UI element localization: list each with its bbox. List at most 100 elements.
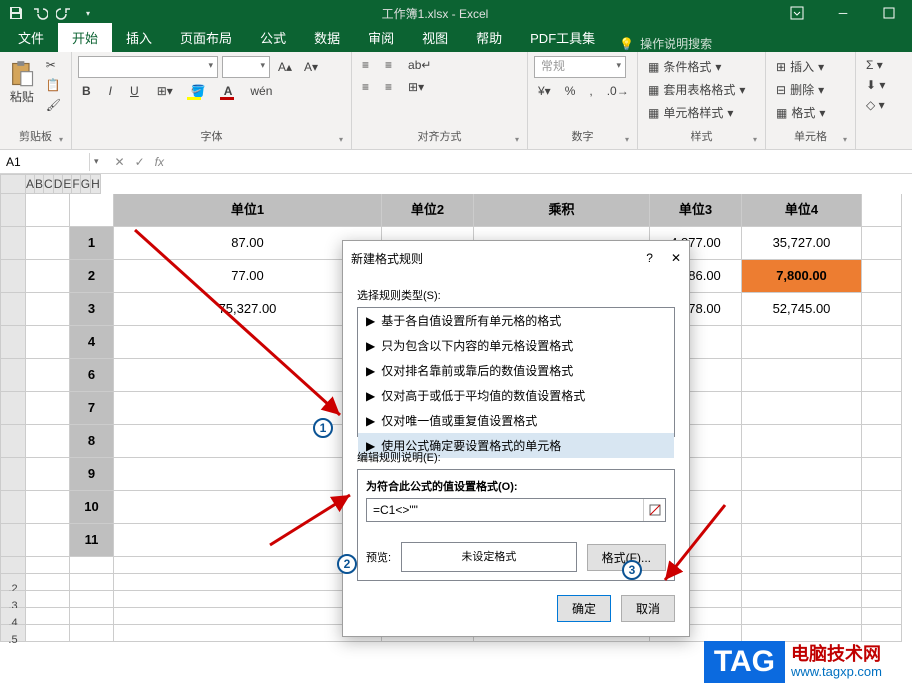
row-header[interactable] [0, 524, 26, 557]
row-header[interactable] [0, 425, 26, 458]
phonetic-icon[interactable]: wén [246, 82, 276, 100]
font-family-select[interactable] [78, 56, 218, 78]
cell[interactable] [742, 458, 862, 491]
range-selector-icon[interactable] [643, 499, 665, 521]
cell[interactable] [862, 326, 902, 359]
cell[interactable] [862, 591, 902, 608]
save-icon[interactable] [8, 5, 24, 21]
col-E[interactable]: E [63, 174, 72, 194]
tab-review[interactable]: 审阅 [354, 23, 408, 52]
rule-type-item[interactable]: ▶仅对唯一值或重复值设置格式 [358, 408, 674, 433]
col-F[interactable]: F [72, 174, 80, 194]
cell[interactable] [26, 293, 70, 326]
cell[interactable] [70, 625, 114, 642]
fx-confirm-icon[interactable]: ✓ [135, 155, 145, 169]
cell[interactable]: 2 [70, 260, 114, 293]
col-H[interactable]: H [91, 174, 101, 194]
autosum-icon[interactable]: Σ ▾ [862, 56, 889, 74]
cell[interactable] [70, 557, 114, 574]
cell[interactable]: 7 [70, 392, 114, 425]
format-cells-button[interactable]: ▦ 格式 ▾ [772, 102, 829, 123]
row-header[interactable] [0, 194, 26, 227]
cell[interactable]: 乘积 [474, 194, 650, 227]
cell[interactable] [862, 227, 902, 260]
row-header[interactable] [0, 458, 26, 491]
cell[interactable] [26, 392, 70, 425]
align-middle-icon[interactable]: ≡ [381, 56, 396, 74]
tab-data[interactable]: 数据 [300, 23, 354, 52]
cell[interactable] [742, 574, 862, 591]
qat-dropdown-icon[interactable]: ▾ [80, 5, 96, 21]
cell[interactable] [70, 591, 114, 608]
tab-view[interactable]: 视图 [408, 23, 462, 52]
cell[interactable]: 6 [70, 359, 114, 392]
cell[interactable] [862, 425, 902, 458]
cell[interactable]: 1 [70, 227, 114, 260]
minimize-icon[interactable]: ─ [820, 0, 866, 26]
cell-styles-button[interactable]: ▦单元格样式 ▾ [644, 102, 749, 123]
cell[interactable] [862, 392, 902, 425]
cell[interactable] [742, 608, 862, 625]
row-header[interactable] [0, 260, 26, 293]
cell[interactable] [862, 293, 902, 326]
fx-cancel-icon[interactable]: ✕ [115, 155, 125, 169]
align-center-icon[interactable]: ≡ [381, 78, 396, 96]
tab-layout[interactable]: 页面布局 [166, 23, 246, 52]
cell[interactable]: 单位1 [114, 194, 382, 227]
row-header[interactable]: .4 [0, 608, 26, 625]
namebox-dropdown-icon[interactable]: ▾ [90, 156, 103, 167]
table-format-button[interactable]: ▦套用表格格式 ▾ [644, 79, 749, 100]
tab-home[interactable]: 开始 [58, 23, 112, 52]
cell[interactable] [26, 194, 70, 227]
ab-wrap-icon[interactable]: ab↵ [404, 56, 435, 74]
tab-formulas[interactable]: 公式 [246, 23, 300, 52]
align-left-icon[interactable]: ≡ [358, 78, 373, 96]
row-header[interactable] [0, 293, 26, 326]
row-header[interactable]: .5 [0, 625, 26, 642]
cell[interactable] [26, 491, 70, 524]
cancel-button[interactable]: 取消 [621, 595, 675, 622]
maximize-icon[interactable] [866, 0, 912, 26]
tell-me-search[interactable]: 💡 操作说明搜索 [609, 35, 722, 52]
clear-icon[interactable]: ◇ ▾ [862, 96, 889, 114]
cell[interactable] [26, 625, 70, 642]
currency-icon[interactable]: ¥▾ [534, 82, 555, 100]
row-header[interactable] [0, 491, 26, 524]
ribbon-options-icon[interactable] [774, 0, 820, 26]
cell[interactable] [26, 260, 70, 293]
cell[interactable]: 4 [70, 326, 114, 359]
select-all-triangle[interactable] [0, 174, 26, 194]
insert-cells-button[interactable]: ⊞ 插入 ▾ [772, 56, 829, 77]
align-top-icon[interactable]: ≡ [358, 56, 373, 74]
col-C[interactable]: C [44, 174, 54, 194]
fill-color-icon[interactable]: 🪣 [187, 82, 210, 100]
row-header[interactable] [0, 359, 26, 392]
cell[interactable] [862, 574, 902, 591]
cell[interactable]: 7,800.00 [742, 260, 862, 293]
cell[interactable] [862, 557, 902, 574]
formula-input[interactable] [367, 503, 643, 517]
fx-icon[interactable]: fx [155, 155, 164, 169]
cell[interactable]: 11 [70, 524, 114, 557]
cell[interactable] [742, 392, 862, 425]
border-icon[interactable]: ⊞▾ [153, 82, 177, 100]
increase-decimal-icon[interactable]: .0→ [603, 82, 633, 100]
row-header[interactable]: .2 [0, 574, 26, 591]
cell[interactable] [742, 491, 862, 524]
cell[interactable] [742, 625, 862, 642]
copy-icon[interactable]: 📋 [42, 76, 65, 94]
cell[interactable] [862, 359, 902, 392]
cell[interactable]: 35,727.00 [742, 227, 862, 260]
font-size-select[interactable] [222, 56, 270, 78]
tab-insert[interactable]: 插入 [112, 23, 166, 52]
row-header[interactable] [0, 326, 26, 359]
ok-button[interactable]: 确定 [557, 595, 611, 622]
cell[interactable] [26, 425, 70, 458]
col-G[interactable]: G [81, 174, 91, 194]
cell[interactable] [862, 608, 902, 625]
cell[interactable] [742, 591, 862, 608]
italic-button[interactable]: I [105, 82, 116, 100]
cell[interactable] [26, 574, 70, 591]
row-header[interactable]: .3 [0, 591, 26, 608]
cell[interactable] [26, 608, 70, 625]
